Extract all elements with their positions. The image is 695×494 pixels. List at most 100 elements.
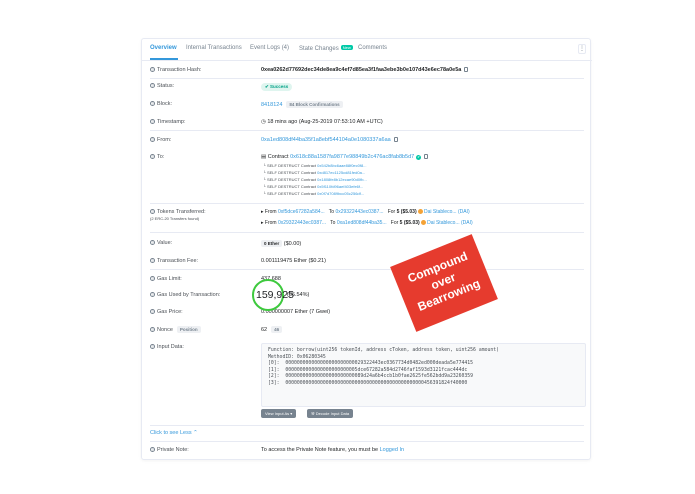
transfer-amount: 5 ($5.03) (399, 220, 420, 226)
token-symbol: (DAI) (457, 209, 470, 215)
tab-overview[interactable]: Overview (150, 45, 177, 51)
divider (150, 441, 584, 442)
self-destruct-link[interactable]: 0xd817ec1125cd81fed0a... (317, 170, 365, 175)
gas-limit-label: Gas Limit: (157, 276, 182, 282)
nonce-label: Nonce (157, 327, 173, 333)
position-badge: Position (176, 326, 201, 333)
token-name-link[interactable]: Dai Stableco... (424, 209, 457, 215)
tx-hash-value: 0xea0262d77692dec34de8ea9c4ef7d85ea3f1fa… (261, 67, 462, 73)
block-confirmations-badge: 84 Block Confirmations (286, 101, 343, 108)
help-icon: ? (150, 101, 155, 106)
divider (150, 425, 584, 426)
self-destruct-item: └ SELF DESTRUCT Contract 0x5f110fd96aef4… (263, 184, 364, 189)
self-destruct-link[interactable]: 0x0f7d7089bcc05c256df... (317, 191, 364, 196)
divider (150, 130, 584, 131)
input-data-box[interactable]: Function: borrow(uint256 tokenId, addres… (261, 343, 586, 407)
to-contract-link[interactable]: 0x618c88a1587fa9877e98849b2c476ac8fab8b5… (290, 154, 414, 160)
block-label: Block: (157, 101, 172, 107)
tokens-sublabel: (2 ERC-20 Transfers found) (150, 216, 200, 221)
help-icon: ? (150, 309, 155, 314)
transfer-from-link[interactable]: 0xf5dce67282a584... (278, 209, 325, 215)
value-usd: ($0.00) (283, 241, 302, 247)
input-data-label: Input Data: (157, 344, 184, 350)
timestamp-value: 18 mins ago (Aug-25-2019 07:53:10 AM +UT… (267, 119, 383, 125)
status-badge: Success (270, 84, 289, 89)
gas-price-label: Gas Price: (157, 309, 183, 315)
tx-hash-label: Transaction Hash: (157, 67, 202, 73)
login-link[interactable]: Logged In (380, 447, 404, 453)
input-param-line: [3]: 00000000000000000000000000000000000… (268, 380, 468, 386)
help-icon: ? (150, 292, 155, 297)
tab-event-logs[interactable]: Event Logs (4) (250, 45, 289, 51)
input-param-line: [2]: 000000000000000000000000089d24a6b4c… (268, 374, 474, 380)
help-icon: ? (150, 154, 155, 159)
help-icon: ? (150, 119, 155, 124)
divider (150, 232, 584, 233)
nonce-value: 62 (261, 327, 268, 333)
help-icon: ? (150, 447, 155, 452)
status-label: Status: (157, 83, 175, 89)
transaction-details-card: Overview Internal Transactions Event Log… (141, 38, 592, 460)
divider (150, 203, 584, 204)
copy-icon[interactable] (424, 154, 429, 159)
divider (150, 269, 584, 270)
decode-input-button[interactable]: ⚒ Decode Input Data (307, 409, 354, 418)
dai-token-icon (421, 220, 427, 225)
gas-used-value: 159,925 (256, 289, 294, 301)
tab-comments[interactable]: Comments (358, 45, 387, 51)
gas-used-label: Gas Used by Transaction: (157, 292, 221, 298)
value-ether-badge: 0 Ether (261, 240, 283, 247)
help-icon: ? (150, 83, 155, 88)
help-icon: ? (150, 240, 155, 245)
token-transfer-item: ▸ From 0xf5dce67282a584... To 0x29322443… (261, 209, 470, 215)
transfer-to-link[interactable]: 0xa1ed808df44ba35... (337, 220, 387, 226)
self-destruct-item: └ SELF DESTRUCT Contract 0x542b8bc6aae88… (263, 163, 367, 168)
see-less-link[interactable]: Click to see Less ⌃ (150, 430, 198, 436)
transfer-from-link[interactable]: 0x29322443ec0387... (278, 220, 326, 226)
contract-icon: ▤ (261, 154, 268, 160)
fee-value: 0.001119475 Ether ($0.21) (261, 258, 326, 264)
tab-state-changes[interactable]: State Changes New (299, 45, 353, 52)
token-name-link[interactable]: Dai Stableco... (427, 220, 460, 226)
self-destruct-link[interactable]: 0x5f110fd96aef403efe6f... (317, 184, 363, 189)
copy-icon[interactable] (464, 67, 469, 72)
private-note-label: Private Note: (157, 447, 189, 453)
self-destruct-item: └ SELF DESTRUCT Contract 0x1808fe8b12eca… (263, 177, 367, 182)
value-label: Value: (157, 240, 173, 246)
to-contract-prefix: Contract (267, 154, 289, 160)
tab-internal-transactions[interactable]: Internal Transactions (186, 45, 242, 51)
input-function-line: Function: borrow(uint256 tokenId, addres… (268, 348, 500, 353)
transfer-amount: 5 ($5.03) (396, 209, 417, 215)
more-options-button[interactable]: ⋮ (578, 44, 586, 54)
chevron-up-icon: ⌃ (193, 430, 198, 436)
from-label: From: (157, 137, 172, 143)
input-param-line: [0]: 000000000000000000000000029322443ec… (268, 361, 474, 367)
divider (150, 78, 584, 79)
token-transfer-item: ▸ From 0x29322443ec0387... To 0xa1ed808d… (261, 220, 473, 226)
block-number-link[interactable]: 8418124 (261, 102, 282, 108)
self-destruct-link[interactable]: 0x542b8bc6aae88f0ec0f8... (317, 163, 366, 168)
help-icon: ? (150, 344, 155, 349)
tab-state-changes-label: State Changes (299, 46, 339, 52)
help-icon: ? (150, 137, 155, 142)
copy-icon[interactable] (393, 137, 398, 142)
help-icon: ? (150, 209, 155, 214)
dai-token-icon (418, 209, 424, 214)
view-input-as-button[interactable]: View Input As ▾ (261, 409, 297, 418)
token-symbol: (DAI) (461, 220, 473, 226)
verified-check-icon: ✔ (416, 155, 422, 160)
timestamp-label: Timestamp: (157, 119, 186, 125)
tokens-label: Tokens Transferred: (157, 209, 206, 215)
private-note-text: To access the Private Note feature, you … (261, 447, 379, 453)
help-icon: ? (150, 327, 155, 332)
chevron-down-icon: ▾ (290, 411, 293, 416)
from-address-link[interactable]: 0xa1ed808df44ba35f1a8ebf544104a0e1080337… (261, 137, 391, 143)
self-destruct-item: └ SELF DESTRUCT Contract 0x0f7d7089bcc05… (263, 191, 365, 196)
new-badge: New (340, 45, 353, 50)
tab-bar: Overview Internal Transactions Event Log… (142, 39, 592, 61)
self-destruct-item: └ SELF DESTRUCT Contract 0xd817ec1125cd8… (263, 170, 366, 175)
self-destruct-link[interactable]: 0x1808fe8b12ecae90d0fb... (317, 177, 367, 182)
help-icon: ? (150, 276, 155, 281)
transfer-to-link[interactable]: 0x29322443ec0387... (335, 209, 383, 215)
help-icon: ? (150, 258, 155, 263)
